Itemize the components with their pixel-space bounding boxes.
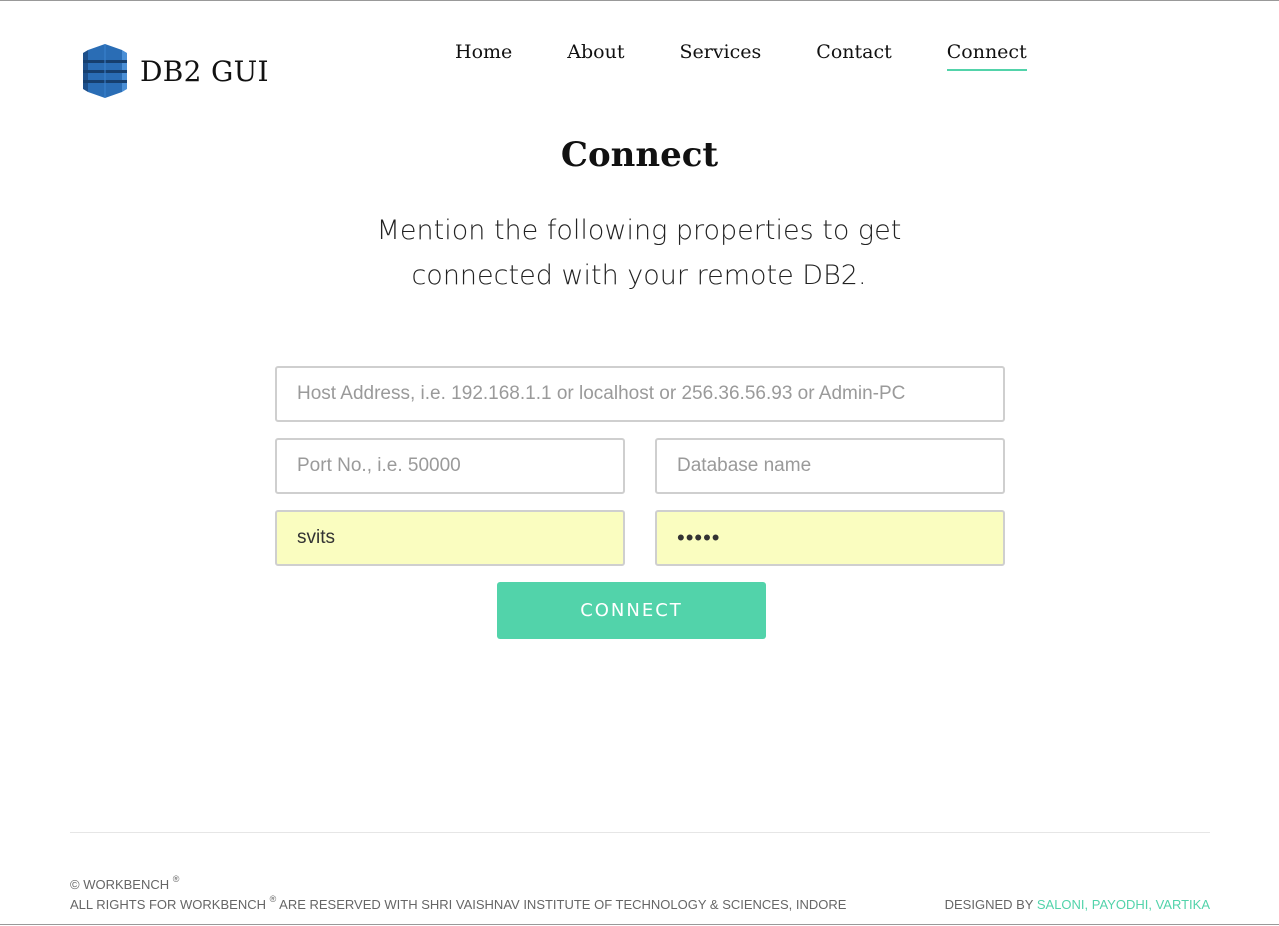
rights-prefix: ALL RIGHTS FOR WORKBENCH xyxy=(70,897,266,912)
footer-divider xyxy=(70,832,1210,833)
username-input[interactable] xyxy=(275,510,625,566)
nav-connect[interactable]: Connect xyxy=(946,41,1027,71)
footer-copyright: © WORKBENCH ® xyxy=(70,874,180,892)
nav-contact[interactable]: Contact xyxy=(816,41,891,71)
copyright-text: © WORKBENCH xyxy=(70,877,170,892)
nav-about[interactable]: About xyxy=(567,41,624,71)
port-input[interactable] xyxy=(275,438,625,494)
footer-designed-by: DESIGNED BY SALONI, PAYODHI, VARTIKA xyxy=(945,897,1210,912)
nav-home[interactable]: Home xyxy=(455,41,512,71)
page-title: Connect xyxy=(560,135,719,175)
registered-mark: ® xyxy=(172,874,180,884)
connect-button[interactable]: CONNECT xyxy=(497,582,766,639)
nav-services[interactable]: Services xyxy=(679,41,761,71)
host-address-input[interactable] xyxy=(275,366,1005,422)
rights-suffix: ARE RESERVED WITH SHRI VAISHNAV INSTITUT… xyxy=(279,897,847,912)
brand-name: DB2 GUI xyxy=(140,54,269,88)
main-nav: Home About Services Contact Connect xyxy=(455,41,1082,71)
page-subtitle: Mention the following properties to get … xyxy=(376,215,902,291)
password-input[interactable] xyxy=(655,510,1005,566)
brand[interactable]: DB2 GUI xyxy=(80,43,269,99)
database-icon xyxy=(83,44,127,98)
footer-rights: ALL RIGHTS FOR WORKBENCH ® ARE RESERVED … xyxy=(70,894,847,912)
database-name-input[interactable] xyxy=(655,438,1005,494)
designed-by-label: DESIGNED BY xyxy=(944,897,1034,912)
window-bottom-border xyxy=(0,924,1279,925)
registered-mark: ® xyxy=(269,894,277,904)
designers-link[interactable]: SALONI, PAYODHI, VARTIKA xyxy=(1037,897,1210,912)
